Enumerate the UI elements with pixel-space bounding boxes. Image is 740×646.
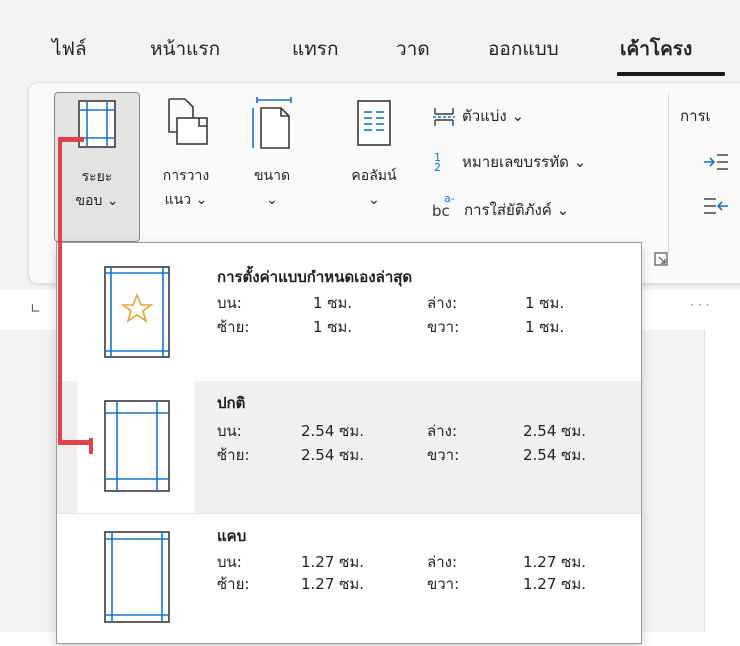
margin-thumbnail [77, 514, 195, 646]
indent-left-icon[interactable] [702, 152, 728, 172]
breaks-button[interactable]: ตัวแบ่ง ⌄ [432, 104, 524, 128]
bottom-label: ล่าง: [427, 553, 457, 571]
left-value: 2.54 ซม. [301, 446, 365, 464]
annotation-line-bottom [58, 440, 92, 445]
bottom-label: ล่าง: [427, 422, 457, 440]
size-icon [252, 97, 292, 149]
right-label: ขวา: [427, 318, 460, 336]
orientation-label-line1: การวาง [162, 168, 210, 184]
bottom-value: 1 ซม. [525, 294, 565, 312]
tab-draw[interactable]: วาด [396, 34, 430, 64]
tab-insert[interactable]: แทรก [292, 34, 338, 64]
custom-margins-icon [104, 266, 170, 358]
margin-thumbnail [77, 249, 195, 381]
ribbon-group-separator [668, 93, 669, 253]
margins-dropdown: การตั้งค่าแบบกำหนดเองล่าสุด บน: 1 ซม. ล่… [56, 242, 642, 644]
indent-right-icon[interactable] [702, 196, 728, 216]
size-label-line2: ⌄ [266, 192, 278, 208]
bottom-value: 2.54 ซม. [523, 422, 587, 440]
line-numbers-label: หมายเลขบรรทัด ⌄ [462, 153, 587, 171]
right-value: 1.27 ซม. [523, 575, 587, 593]
margin-option-title: แคบ [217, 527, 247, 545]
bottom-label: ล่าง: [427, 294, 457, 312]
top-label: บน: [217, 553, 242, 571]
document-page-edge [704, 330, 740, 632]
left-label: ซ้าย: [217, 446, 250, 464]
narrow-margins-icon [104, 531, 170, 623]
margins-button[interactable]: ระยะ ขอบ ⌄ [54, 92, 140, 242]
annotation-tick [89, 438, 93, 454]
margins-label-line2: ขอบ ⌄ [75, 193, 119, 209]
top-label: บน: [217, 422, 242, 440]
left-value: 1 ซม. [313, 318, 353, 336]
columns-label-line2: ⌄ [368, 192, 380, 208]
margins-label-line1: ระยะ [81, 169, 113, 185]
left-label: ซ้าย: [217, 575, 250, 593]
top-value: 1 ซม. [313, 294, 353, 312]
tab-home[interactable]: หน้าแรก [150, 34, 220, 64]
hyphenation-button[interactable]: bc a- การใส่ยัติภังค์ ⌄ [432, 192, 570, 222]
right-label: ขวา: [427, 575, 460, 593]
margin-option-last-custom[interactable]: การตั้งค่าแบบกำหนดเองล่าสุด บน: 1 ซม. ล่… [57, 249, 641, 381]
top-value: 2.54 ซม. [301, 422, 365, 440]
annotation-line-vertical [58, 137, 62, 443]
columns-label-line1: คอลัมน์ [351, 168, 397, 184]
right-value: 2.54 ซม. [523, 446, 587, 464]
hyphenation-icon: bc a- [432, 192, 458, 220]
line-numbers-icon: 1 2 [434, 150, 441, 174]
tab-file[interactable]: ไฟล์ [52, 34, 87, 64]
size-label-line1: ขนาด [253, 168, 291, 184]
orientation-label-line2: แนว ⌄ [164, 192, 208, 208]
bottom-value: 1.27 ซม. [523, 553, 587, 571]
normal-margins-icon [104, 400, 170, 492]
size-button[interactable]: ขนาด ⌄ [232, 92, 312, 240]
columns-icon [357, 100, 391, 146]
dialog-launcher-icon[interactable] [654, 252, 668, 266]
margin-thumbnail [77, 381, 195, 513]
margin-option-title: ปกติ [217, 394, 246, 412]
ruler-tab-selector[interactable]: ∟ [30, 302, 41, 317]
hyphenation-label: การใส่ยัติภังค์ ⌄ [464, 201, 570, 219]
line-numbers-button[interactable]: 1 2 หมายเลขบรรทัด ⌄ [434, 150, 586, 174]
left-label: ซ้าย: [217, 318, 250, 336]
margin-option-title: การตั้งค่าแบบกำหนดเองล่าสุด [217, 268, 413, 286]
tab-layout[interactable]: เค้าโครง [620, 34, 692, 64]
breaks-label: ตัวแบ่ง ⌄ [462, 107, 525, 125]
orientation-button[interactable]: การวาง แนว ⌄ [144, 92, 228, 240]
top-label: บน: [217, 294, 242, 312]
active-tab-indicator [617, 72, 725, 76]
top-value: 1.27 ซม. [301, 553, 365, 571]
indent-group-label: การเ [680, 107, 711, 125]
margin-option-normal[interactable]: ปกติ บน: 2.54 ซม. ล่าง: 2.54 ซม. ซ้าย: 2… [57, 381, 641, 513]
breaks-icon [433, 107, 455, 126]
ribbon-tab-bar: ไฟล์ หน้าแรก แทรก วาด ออกแบบ เค้าโครง [0, 0, 740, 80]
left-value: 1.27 ซม. [301, 575, 365, 593]
hyphenation-icon-sup: a- [444, 191, 455, 205]
tab-design[interactable]: ออกแบบ [488, 34, 559, 64]
margin-option-narrow[interactable]: แคบ บน: 1.27 ซม. ล่าง: 1.27 ซม. ซ้าย: 1.… [57, 514, 641, 646]
ruler-ticks: ··· [690, 298, 714, 312]
orientation-icon [168, 98, 208, 145]
right-label: ขวา: [427, 446, 460, 464]
right-value: 1 ซม. [525, 318, 565, 336]
columns-button[interactable]: คอลัมน์ ⌄ [326, 92, 422, 240]
